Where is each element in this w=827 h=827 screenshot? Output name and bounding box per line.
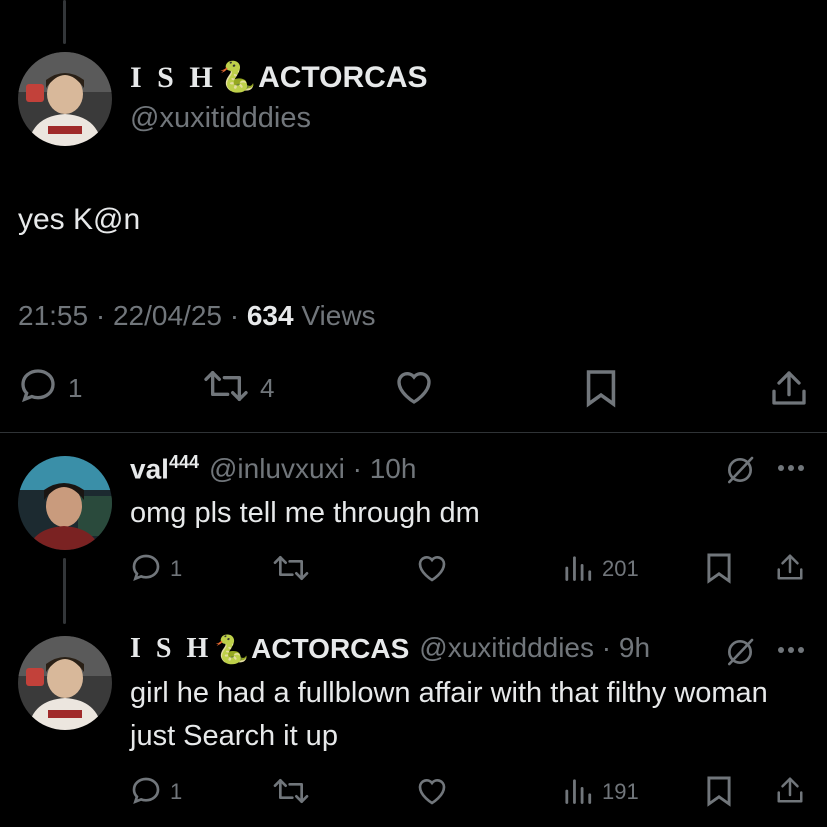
reply-button[interactable]	[130, 775, 162, 807]
repost-button[interactable]: 4	[202, 366, 274, 411]
like-button[interactable]	[416, 776, 448, 806]
avatar[interactable]	[18, 456, 112, 550]
reply-header: I S H 🐍 ACTORCAS @xuxitidddies · 9h	[130, 632, 651, 666]
tweet-date[interactable]: 22/04/25	[113, 300, 222, 331]
reply-icon	[18, 366, 58, 411]
reply-count: 1	[170, 779, 183, 804]
like-button[interactable]	[394, 368, 434, 406]
thread-line-reply	[63, 558, 66, 624]
display-name-suffix: ACTORCAS	[258, 60, 428, 94]
reply-text: omg pls tell me through dm	[130, 497, 480, 529]
reply-age[interactable]: 10h	[370, 453, 417, 484]
like-icon	[418, 779, 446, 805]
grok-icon	[728, 638, 754, 666]
display-name[interactable]: I S H 🐍 ACTORCAS	[130, 633, 409, 666]
reply-icon	[132, 554, 160, 581]
views-button[interactable]	[562, 777, 592, 805]
reply-text: girl he had a fullblown affair with that…	[130, 677, 768, 752]
bookmark-button[interactable]	[706, 775, 732, 807]
divider	[0, 432, 827, 433]
reply-icon	[132, 777, 160, 804]
views-label: Views	[301, 300, 376, 331]
views-icon	[565, 779, 592, 804]
avatar[interactable]	[18, 52, 112, 146]
display-name[interactable]: I S H 🐍 ACTORCAS	[130, 60, 428, 95]
grok-button[interactable]	[724, 636, 756, 668]
repost-button[interactable]	[272, 552, 310, 584]
more-icon	[778, 647, 804, 653]
grok-button[interactable]	[724, 454, 756, 486]
more-button[interactable]	[776, 644, 806, 656]
bookmark-button[interactable]	[585, 368, 617, 408]
share-button[interactable]	[776, 775, 804, 805]
like-icon	[397, 372, 431, 404]
display-name-prefix: I S H	[130, 60, 217, 94]
like-icon	[418, 556, 446, 582]
tweet-time[interactable]: 21:55	[18, 300, 88, 331]
tweet-text: yes K@n	[18, 203, 141, 236]
repost-count: 4	[260, 373, 275, 403]
views-count: 191	[602, 779, 639, 804]
bookmark-icon	[707, 776, 731, 807]
avatar[interactable]	[18, 636, 112, 730]
reply-count: 1	[170, 556, 183, 581]
snake-emoji: 🐍	[218, 61, 257, 94]
bookmark-button[interactable]	[706, 552, 732, 584]
repost-icon	[202, 366, 250, 411]
bookmark-icon	[586, 370, 616, 408]
thread-line-top	[63, 0, 66, 44]
more-icon	[778, 465, 804, 471]
snake-emoji: 🐍	[214, 633, 250, 665]
repost-icon	[273, 779, 309, 803]
reply-button[interactable]	[130, 552, 162, 584]
display-name[interactable]: val444	[130, 452, 199, 485]
more-button[interactable]	[776, 462, 806, 474]
reply-age[interactable]: 9h	[619, 632, 650, 663]
share-icon	[777, 777, 803, 803]
views-count: 201	[602, 556, 639, 581]
views-button[interactable]	[562, 554, 592, 582]
reply-header: val444 @inluvxuxi · 10h	[130, 452, 417, 485]
reply-count: 1	[68, 373, 83, 403]
views-icon	[565, 556, 592, 581]
repost-icon	[273, 556, 309, 580]
grok-icon	[728, 456, 754, 484]
like-button[interactable]	[416, 553, 448, 583]
share-button[interactable]	[770, 368, 808, 408]
repost-button[interactable]	[272, 775, 310, 807]
tweet-meta: 21:55 · 22/04/25 · 634 Views	[18, 300, 376, 331]
reply-button[interactable]: 1	[18, 366, 82, 411]
share-icon	[777, 554, 803, 580]
handle[interactable]: @xuxitidddies	[130, 102, 311, 135]
views-count: 634	[246, 300, 294, 331]
handle[interactable]: @xuxitidddies	[419, 632, 594, 663]
handle[interactable]: @inluvxuxi	[209, 453, 345, 484]
share-button[interactable]	[776, 552, 804, 582]
share-icon	[772, 371, 806, 405]
bookmark-icon	[707, 553, 731, 584]
